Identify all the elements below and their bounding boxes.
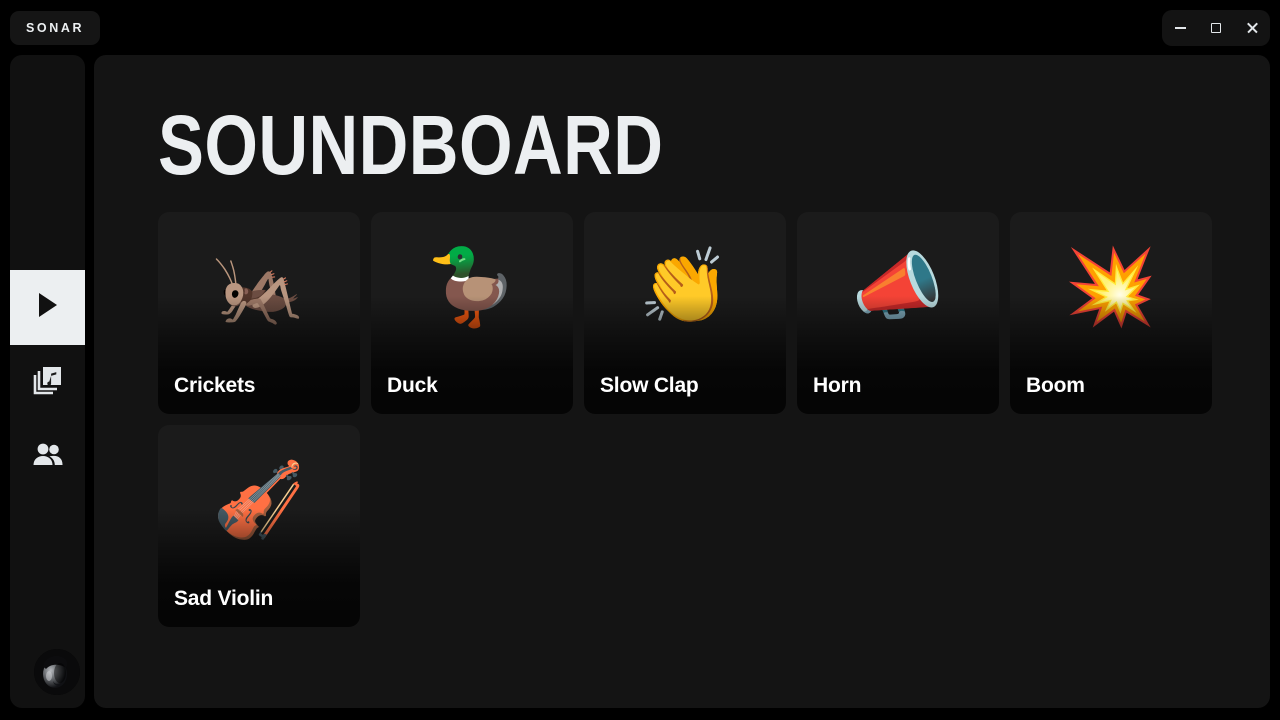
people-icon [32,442,64,473]
minimize-button[interactable] [1167,15,1193,41]
title-bar: SONAR [0,0,1280,56]
sound-emoji-icon: 💥 [1064,245,1158,328]
sound-card-label: Horn [813,374,862,397]
sound-card-label: Duck [387,374,438,397]
sound-emoji-icon: 🦗 [212,245,306,328]
main-panel: SOUNDBOARD 🦗 Crickets 🦆 Duck 👏 Slow Clap… [94,55,1270,708]
avatar[interactable] [34,649,80,695]
sound-emoji-icon: 👏 [638,245,732,328]
sound-card[interactable]: 💥 Boom [1010,212,1212,414]
page-title: SOUNDBOARD [158,98,664,192]
window-controls [1162,10,1270,46]
sidebar [10,55,85,708]
sound-card[interactable]: 🦗 Crickets [158,212,360,414]
sound-emoji-icon: 📣 [851,245,945,328]
sidebar-nav [10,270,85,495]
play-icon [35,291,61,324]
sound-emoji-icon: 🦆 [425,245,519,328]
app-window: SONAR SOUNDBOARD 🦗 Crickets 🦆 Duck 👏 Slo… [0,0,1280,720]
sound-card[interactable]: 🦆 Duck [371,212,573,414]
sound-card-label: Boom [1026,374,1085,397]
app-logo-text: SONAR [26,21,85,35]
sound-emoji-icon: 🎻 [212,458,306,541]
sound-card-label: Slow Clap [600,374,699,397]
avatar-image [34,649,80,695]
maximize-icon [1211,23,1221,33]
app-logo: SONAR [10,11,101,45]
sidebar-item-friends[interactable] [10,420,85,495]
sound-card-label: Crickets [174,374,256,397]
minimize-icon [1174,27,1186,29]
sidebar-item-play[interactable] [10,270,85,345]
maximize-button[interactable] [1203,15,1229,41]
music-library-icon [33,365,63,400]
close-icon [1246,22,1258,34]
sidebar-item-library[interactable] [10,345,85,420]
soundboard-grid: 🦗 Crickets 🦆 Duck 👏 Slow Clap 📣 Horn 💥 B… [158,212,1228,627]
sound-card[interactable]: 👏 Slow Clap [584,212,786,414]
sound-card[interactable]: 🎻 Sad Violin [158,425,360,627]
close-button[interactable] [1239,15,1265,41]
sound-card-label: Sad Violin [174,587,274,610]
sound-card[interactable]: 📣 Horn [797,212,999,414]
